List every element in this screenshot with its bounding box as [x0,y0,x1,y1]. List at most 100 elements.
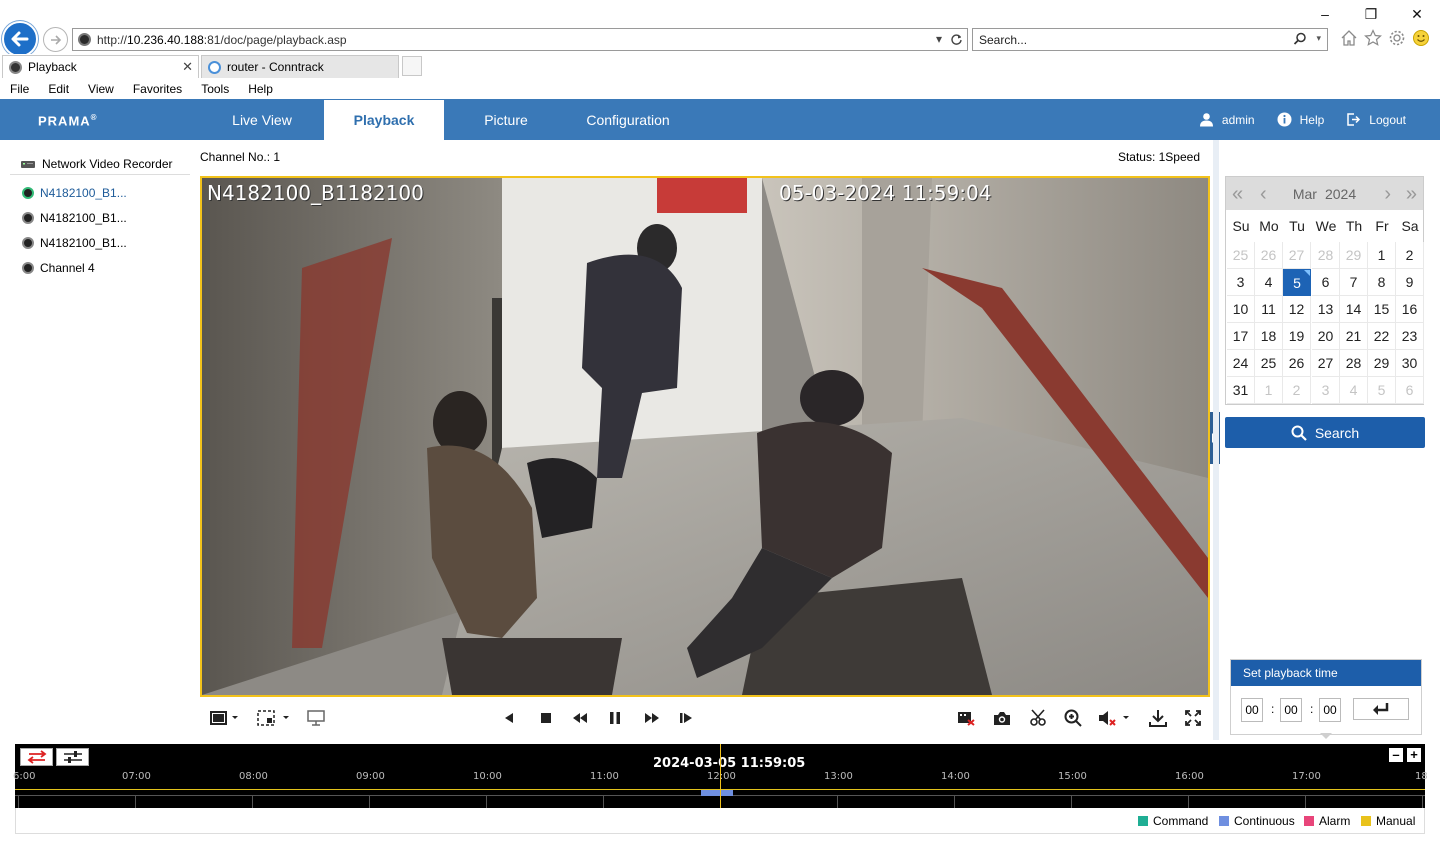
speed-up-button[interactable] [640,708,664,728]
gear-icon[interactable] [1388,29,1406,47]
search-recordings-button[interactable]: Search [1225,417,1425,448]
back-button[interactable] [2,21,38,57]
calendar-day[interactable]: 6 [1312,269,1340,296]
next-year-icon[interactable]: » [1406,183,1417,206]
calendar-day[interactable]: 3 [1312,377,1340,404]
calendar-year[interactable]: 2024 [1325,186,1356,202]
logout-link[interactable]: Logout [1346,112,1406,127]
timeline-zoom-out-button[interactable]: – [1389,748,1403,762]
single-frame-button[interactable] [675,708,697,728]
smiley-feedback-icon[interactable] [1412,29,1430,47]
region-select-button[interactable] [255,708,291,728]
timeline-sync-button[interactable] [20,748,53,766]
window-layout-button[interactable] [206,708,242,728]
tab-playback[interactable]: Playback [324,99,444,140]
home-icon[interactable] [1340,29,1358,47]
calendar-day[interactable]: 5 [1368,377,1396,404]
search-dropdown-icon[interactable]: ▾ [1316,33,1321,44]
calendar-day[interactable]: 28 [1312,242,1340,269]
reverse-play-button[interactable] [498,708,520,728]
calendar-day[interactable]: 28 [1340,350,1368,377]
browser-search-input[interactable] [979,32,1279,47]
close-window-button[interactable]: ✕ [1394,0,1440,28]
calendar-day[interactable]: 16 [1396,296,1424,323]
calendar-day[interactable]: 25 [1227,242,1255,269]
calendar-day[interactable]: 27 [1312,350,1340,377]
hour-input[interactable]: 00 [1241,698,1263,722]
user-menu[interactable]: admin [1199,112,1255,127]
tab-live-view[interactable]: Live View [202,99,322,140]
calendar-day[interactable]: 11 [1255,296,1283,323]
calendar-month[interactable]: Mar [1293,186,1317,202]
refresh-icon[interactable] [950,33,963,46]
prev-year-icon[interactable]: « [1232,183,1243,206]
menu-favorites[interactable]: Favorites [133,82,182,96]
calendar-day[interactable]: 12 [1283,296,1311,323]
timeline-zoom-in-button[interactable]: + [1407,748,1421,762]
calendar-day[interactable]: 21 [1340,323,1368,350]
prev-month-icon[interactable]: ‹ [1260,183,1267,206]
address-bar[interactable]: http://10.236.40.188:81/doc/page/playbac… [72,28,968,51]
menu-tools[interactable]: Tools [201,82,229,96]
apply-time-button[interactable] [1353,698,1409,720]
calendar-day[interactable]: 26 [1283,350,1311,377]
calendar-day[interactable]: 3 [1227,269,1255,296]
calendar-day[interactable]: 29 [1340,242,1368,269]
fullscreen-button[interactable] [1181,708,1205,728]
stop-all-playback-button[interactable] [955,708,977,728]
address-url[interactable]: http://10.236.40.188:81/doc/page/playbac… [97,33,347,47]
calendar-day[interactable]: 30 [1396,350,1424,377]
download-button[interactable] [1146,708,1170,728]
next-month-icon[interactable]: › [1384,183,1391,206]
calendar-day[interactable]: 6 [1396,377,1424,404]
calendar-day[interactable]: 17 [1227,323,1255,350]
calendar-day[interactable]: 4 [1255,269,1283,296]
calendar-day[interactable]: 15 [1368,296,1396,323]
help-link[interactable]: Help [1277,112,1324,127]
calendar-day[interactable]: 10 [1227,296,1255,323]
calendar-day[interactable]: 27 [1283,242,1311,269]
calendar-day[interactable]: 23 [1396,323,1424,350]
close-tab-icon[interactable]: ✕ [182,59,193,75]
calendar-day[interactable]: 4 [1340,377,1368,404]
calendar-day[interactable]: 14 [1340,296,1368,323]
menu-view[interactable]: View [88,82,114,96]
channel-item-4[interactable]: Channel 4 [22,259,95,277]
channel-item-1[interactable]: N4182100_B1... [22,184,127,202]
calendar-day[interactable]: 26 [1255,242,1283,269]
calendar-day[interactable]: 1 [1368,242,1396,269]
playback-timeline[interactable]: 2024-03-05 11:59:05 6:00 07:00 08:00 09:00 1… [13,744,1428,808]
clip-button[interactable] [1026,708,1050,728]
browser-tab-router[interactable]: router - Conntrack [201,55,399,78]
menu-edit[interactable]: Edit [48,82,69,96]
calendar-day[interactable]: 1 [1255,377,1283,404]
forward-button[interactable] [43,27,68,52]
tab-picture[interactable]: Picture [446,99,566,140]
browser-tab-playback[interactable]: Playback ✕ [2,55,199,78]
minute-input[interactable]: 00 [1280,698,1302,722]
calendar-day[interactable]: 22 [1368,323,1396,350]
minimize-window-button[interactable]: – [1302,0,1348,28]
calendar-day[interactable]: 24 [1227,350,1255,377]
calendar-day[interactable]: 2 [1283,377,1311,404]
zoom-in-button[interactable] [1061,708,1085,728]
calendar-day[interactable]: 20 [1312,323,1340,350]
menu-help[interactable]: Help [248,82,273,96]
calendar-day[interactable]: 2 [1396,242,1424,269]
slow-down-button[interactable] [568,708,592,728]
digital-zoom-button[interactable] [304,708,328,728]
calendar-day[interactable]: 7 [1340,269,1368,296]
calendar-day[interactable]: 18 [1255,323,1283,350]
channel-item-2[interactable]: N4182100_B1... [22,209,127,227]
address-dropdown-icon[interactable]: ▾ [936,32,942,46]
calendar-day[interactable]: 8 [1368,269,1396,296]
menu-file[interactable]: File [10,82,29,96]
calendar-day[interactable]: 9 [1396,269,1424,296]
favorites-star-icon[interactable] [1364,29,1382,47]
video-playback-window[interactable]: N4182100_B1182100 05-03-2024 11:59:04 [200,176,1210,697]
calendar-day-selected[interactable]: 5 [1283,269,1311,296]
calendar-day[interactable]: 19 [1283,323,1311,350]
second-input[interactable]: 00 [1319,698,1341,722]
nvr-node[interactable]: Network Video Recorder [10,153,190,175]
calendar-day[interactable]: 31 [1227,377,1255,404]
